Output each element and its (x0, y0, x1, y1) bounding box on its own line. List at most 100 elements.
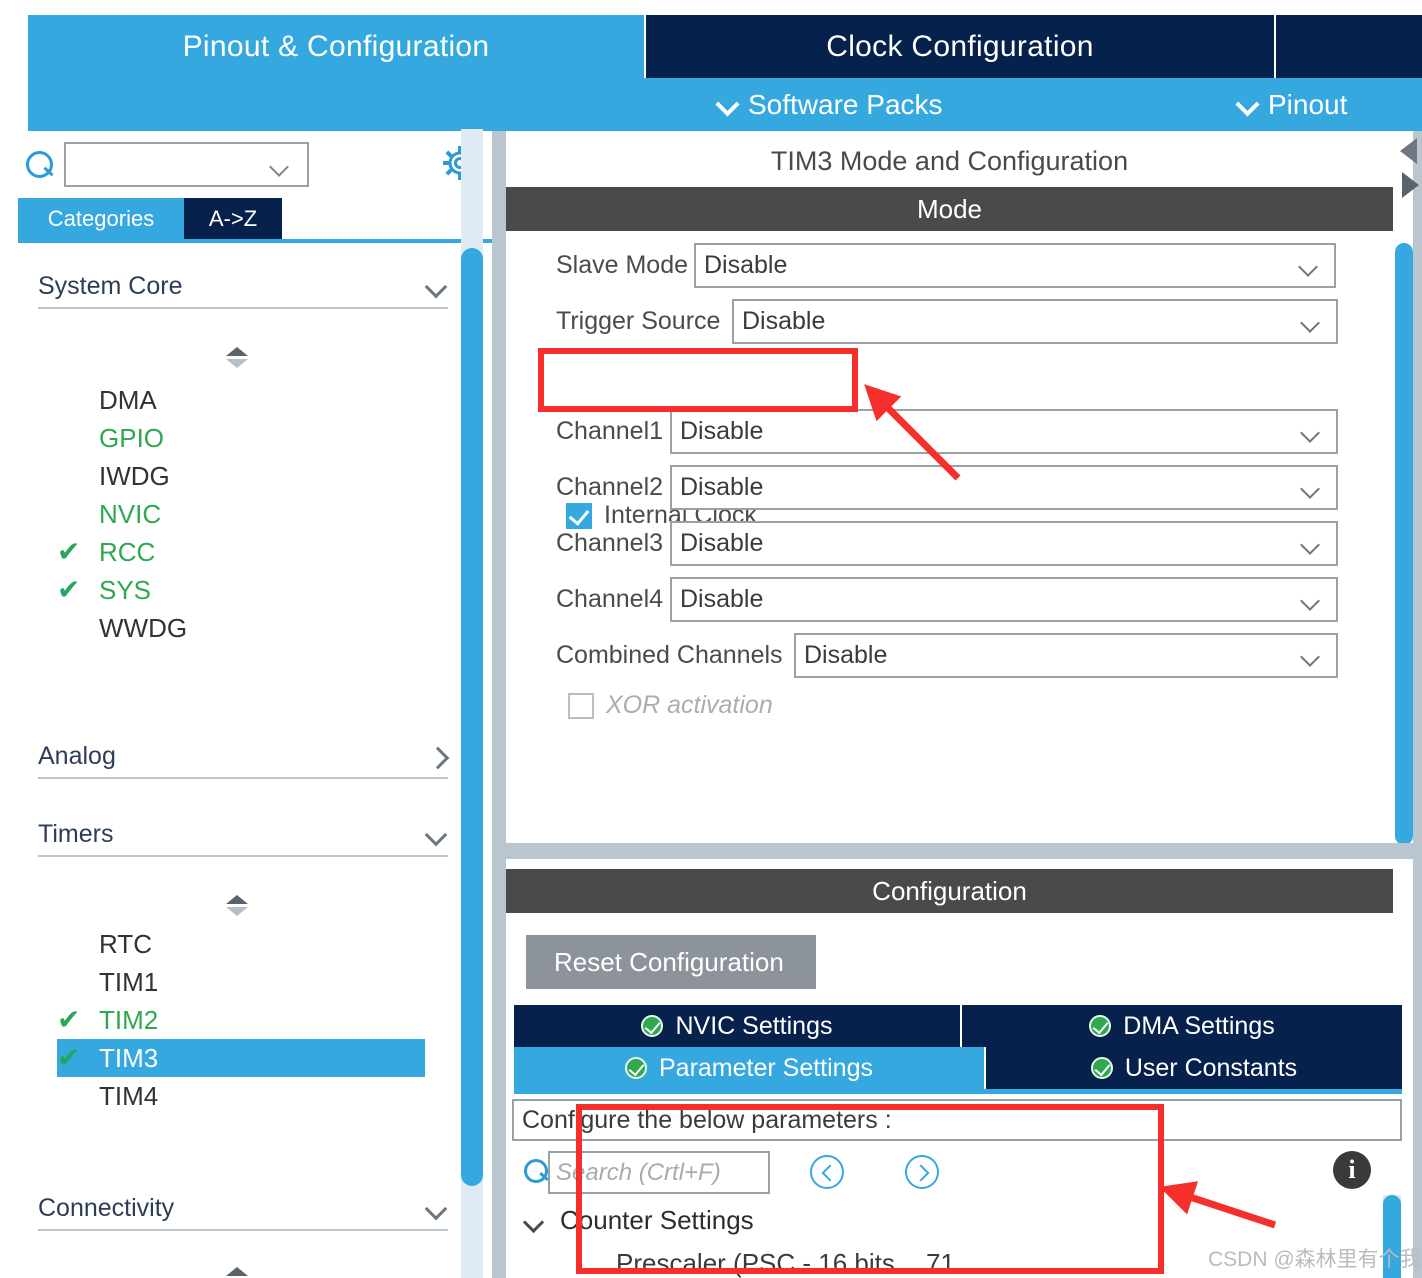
tab-parameter-settings[interactable]: Parameter Settings (514, 1047, 984, 1089)
group-header-system-core[interactable]: System Core (38, 265, 448, 309)
triangle-down-icon (226, 359, 248, 368)
sidebar-scrollbar-thumb[interactable] (461, 248, 483, 1186)
channel1-select[interactable]: Disable (670, 409, 1338, 454)
chevron-down-icon (426, 827, 448, 841)
sidebar-item-tim2[interactable]: ✔ TIM2 (57, 1001, 425, 1039)
sidebar-item-label: RTC (99, 928, 152, 959)
top-tab-right-stub (1276, 15, 1422, 78)
sidebar-item-tim3[interactable]: ✔ TIM3 (57, 1039, 425, 1077)
channel4-select[interactable]: Disable (670, 577, 1338, 622)
check-icon: ✔ (57, 1004, 81, 1035)
table-row[interactable]: Prescaler (PSC - 16 bits... 71 (616, 1243, 1176, 1278)
sidebar-item-label: SYS (99, 574, 152, 605)
channel3-value: Disable (680, 529, 764, 557)
param-group-counter-settings[interactable]: Counter Settings (524, 1205, 754, 1236)
right-panel-divider (1413, 131, 1422, 1278)
tab-nvic-settings[interactable]: NVIC Settings (514, 1005, 960, 1047)
mode-scrollbar-thumb[interactable] (1395, 243, 1413, 845)
channel3-label: Channel3 (556, 529, 664, 557)
parameter-search-input[interactable]: Search (Crtl+F) (548, 1151, 770, 1194)
combined-channels-select[interactable]: Disable (794, 633, 1338, 678)
watermark: CSDN @森林里有个我 (1208, 1243, 1421, 1273)
chevron-down-icon (1302, 426, 1320, 438)
check-icon: ✔ (57, 536, 81, 567)
search-icon (524, 1159, 550, 1185)
tab-clock-configuration[interactable]: Clock Configuration (646, 15, 1274, 78)
reset-configuration-button[interactable]: Reset Configuration (526, 935, 816, 989)
triangle-left-icon[interactable] (1400, 138, 1417, 164)
tab-pinout-configuration[interactable]: Pinout & Configuration (28, 15, 644, 78)
parameter-search-placeholder: Search (Crtl+F) (556, 1158, 721, 1186)
tab-categories[interactable]: Categories (18, 198, 184, 239)
tab-dma-settings-label: DMA Settings (1123, 1011, 1275, 1040)
combined-channels-label: Combined Channels (556, 641, 783, 669)
sidebar-item-rcc[interactable]: ✔ RCC (57, 533, 425, 571)
mode-section-bottom-edge (506, 843, 1413, 859)
top-subtab-row: Software Packs Pinout (28, 78, 1422, 131)
chevron-down-icon (426, 1201, 448, 1215)
green-check-icon (1090, 1057, 1113, 1079)
tab-a-to-z[interactable]: A->Z (184, 198, 282, 239)
chevron-down-icon (1238, 95, 1258, 115)
configuration-section-header: Configuration (506, 869, 1393, 913)
slave-mode-select[interactable]: Disable (694, 243, 1336, 288)
group-header-analog[interactable]: Analog (38, 735, 448, 779)
trigger-source-select[interactable]: Disable (732, 299, 1338, 344)
group-header-timers[interactable]: Timers (38, 813, 448, 857)
chevron-down-icon (524, 1215, 544, 1227)
scroll-spinner-system-core[interactable] (226, 347, 252, 371)
sidebar-item-label: TIM1 (99, 966, 159, 997)
tab-categories-label: Categories (47, 205, 155, 231)
channel2-select[interactable]: Disable (670, 465, 1338, 510)
chevron-down-icon (271, 160, 289, 172)
trigger-source-row: Trigger Source (556, 299, 720, 344)
configure-note: Configure the below parameters : (512, 1099, 1402, 1141)
tab-user-constants[interactable]: User Constants (986, 1047, 1402, 1089)
sidebar-item-label: TIM3 (99, 1042, 159, 1073)
channel3-row: Channel3 (556, 521, 663, 566)
chevron-left-circle-icon[interactable] (810, 1155, 844, 1189)
chevron-down-icon (426, 279, 448, 293)
panel-collapse-arrows[interactable] (1398, 136, 1422, 210)
config-tab-underline (514, 1089, 1402, 1094)
sidebar-item-sys[interactable]: ✔ SYS (57, 571, 425, 609)
channel4-label: Channel4 (556, 585, 664, 613)
sidebar-item-iwdg[interactable]: IWDG (57, 457, 425, 495)
channel1-label: Channel1 (556, 417, 664, 445)
xor-activation-checkbox[interactable]: XOR activation (568, 691, 773, 720)
chevron-down-icon (1302, 594, 1320, 606)
menu-pinout[interactable]: Pinout (1238, 78, 1347, 131)
panel-divider[interactable] (492, 131, 506, 1278)
menu-software-packs[interactable]: Software Packs (718, 78, 943, 131)
sidebar-item-dma[interactable]: DMA (57, 381, 425, 419)
sidebar-item-tim4[interactable]: TIM4 (57, 1077, 425, 1115)
channel3-select[interactable]: Disable (670, 521, 1338, 566)
green-check-icon (1089, 1015, 1112, 1037)
watermark-text: CSDN @森林里有个我 (1208, 1248, 1421, 1271)
sidebar-item-wwdg[interactable]: WWDG (57, 609, 425, 647)
scroll-spinner-connectivity[interactable] (226, 1267, 252, 1278)
sidebar-item-tim1[interactable]: TIM1 (57, 963, 425, 1001)
check-icon: ✔ (57, 574, 81, 605)
scroll-spinner-timers[interactable] (226, 895, 252, 919)
tab-dma-settings[interactable]: DMA Settings (962, 1005, 1402, 1047)
sidebar-item-label: WWDG (99, 612, 188, 643)
param-value[interactable]: 71 (916, 1248, 955, 1278)
triangle-right-icon[interactable] (1402, 172, 1419, 198)
group-label-connectivity: Connectivity (38, 1193, 175, 1222)
triangle-up-icon (226, 895, 248, 904)
green-check-icon (641, 1015, 664, 1037)
sidebar-item-nvic[interactable]: NVIC (57, 495, 425, 533)
configuration-section-label: Configuration (872, 875, 1027, 906)
group-header-connectivity[interactable]: Connectivity (38, 1187, 448, 1231)
sidebar-item-gpio[interactable]: GPIO (57, 419, 425, 457)
top-tab-bar: Pinout & Configuration Clock Configurati… (0, 0, 1422, 131)
chevron-right-circle-icon[interactable] (905, 1155, 939, 1189)
sidebar-item-rtc[interactable]: RTC (57, 925, 425, 963)
page-title-label: TIM3 Mode and Configuration (770, 145, 1129, 176)
info-icon-glyph: i (1348, 1155, 1356, 1184)
param-group-label: Counter Settings (560, 1205, 754, 1235)
info-icon[interactable]: i (1333, 1151, 1371, 1189)
search-input[interactable] (64, 142, 309, 187)
config-panel: TIM3 Mode and Configuration Mode Slave M… (506, 131, 1422, 1278)
